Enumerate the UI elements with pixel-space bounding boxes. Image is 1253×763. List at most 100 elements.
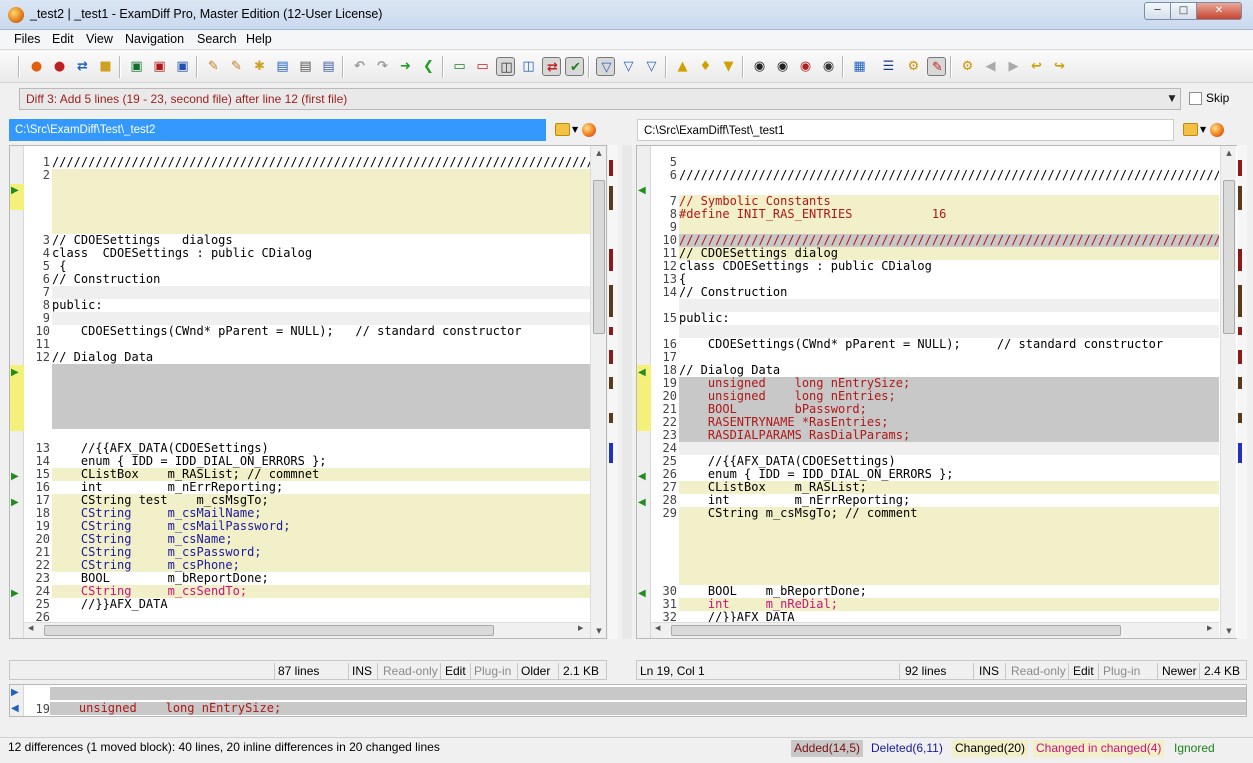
maximize-button[interactable]: □ (1170, 2, 1197, 20)
edit-left-icon[interactable]: ✎ (204, 57, 223, 76)
code-line[interactable]: unsigned long nEntries; (679, 390, 1219, 403)
code-line[interactable]: CString test m_csMsgTo; (52, 494, 592, 507)
code-line[interactable]: // Dialog Data (52, 351, 592, 364)
left-horizontal-scrollbar[interactable]: ◀ ▶ (24, 622, 590, 638)
open-file-icon[interactable] (555, 123, 570, 136)
code-line[interactable]: CString m_csSendTo; (52, 585, 592, 598)
settings-icon[interactable]: ⚙ (904, 57, 923, 76)
code-line[interactable]: enum { IDD = IDD_DIAL_ON_ERRORS }; (679, 468, 1219, 481)
code-line[interactable]: CString m_csPhone; (52, 559, 592, 572)
scroll-right-icon[interactable]: ▶ (578, 624, 583, 632)
scroll-thumb[interactable] (593, 180, 605, 334)
scroll-up-icon[interactable]: ▲ (591, 146, 606, 160)
code-line[interactable]: #define INIT_RAS_ENTRIES 16 (679, 208, 1219, 221)
code-line[interactable] (679, 546, 1219, 559)
compare-icon[interactable] (582, 123, 596, 137)
code-line[interactable] (52, 286, 592, 299)
jump-icon[interactable]: ↪ (1050, 57, 1069, 76)
return-icon[interactable]: ↩ (1027, 57, 1046, 76)
diff-selector[interactable]: Diff 3: Add 5 lines (19 - 23, second fil… (19, 88, 1181, 110)
right-code-pane[interactable]: ◀ ◀ ◀ ◀ ◀ 5 6////////////////////////////… (636, 145, 1247, 639)
code-line[interactable] (679, 559, 1219, 572)
diff-map-splitter[interactable] (622, 145, 632, 639)
code-line[interactable]: // Construction (52, 273, 592, 286)
code-line[interactable]: int m_nErrReporting; (679, 494, 1219, 507)
scroll-left-icon[interactable]: ◀ (28, 624, 33, 632)
swap-files-icon[interactable]: ⇄ (73, 57, 92, 76)
code-line[interactable] (679, 182, 1219, 195)
scroll-right-icon[interactable]: ▶ (1207, 624, 1212, 632)
scroll-thumb[interactable] (1223, 180, 1235, 334)
code-line[interactable]: public: (52, 299, 592, 312)
code-line[interactable]: ////////////////////////////////////////… (679, 234, 1219, 247)
show-left-pane-icon[interactable]: ▭ (450, 57, 469, 76)
code-line[interactable]: CListBox m_RASList; (679, 481, 1219, 494)
forward-icon[interactable]: ▶ (1004, 57, 1023, 76)
right-file-path[interactable]: C:\Src\ExamDiff\Test\_test1 (637, 119, 1174, 141)
code-line[interactable]: // CDOESettings dialogs (52, 234, 592, 247)
menu-edit[interactable]: Edit (52, 32, 74, 46)
right-arrow-icon[interactable]: ▶ (11, 589, 23, 599)
left-vertical-scrollbar[interactable]: ▲ ▼ (590, 146, 606, 638)
print-icon[interactable]: ▤ (296, 57, 315, 76)
code-line[interactable] (52, 195, 592, 208)
code-line[interactable] (679, 533, 1219, 546)
right-arrow-icon[interactable]: ▶ (11, 186, 23, 196)
code-line[interactable] (679, 299, 1219, 312)
save-left-icon[interactable]: ▣ (127, 57, 146, 76)
menu-files[interactable]: Files (14, 32, 40, 46)
filter-icon[interactable]: ▽ (596, 57, 615, 76)
find-next-icon[interactable]: ◉ (773, 57, 792, 76)
split-view-icon[interactable]: ◫ (519, 57, 538, 76)
current-diff-icon[interactable]: ♦ (696, 57, 715, 76)
options-menu-icon[interactable]: ▦ (850, 57, 869, 76)
code-line[interactable]: unsigned long nEntrySize; (679, 377, 1219, 390)
undo-icon[interactable]: ↶ (350, 57, 369, 76)
code-line[interactable]: //{{AFX_DATA(CDOESettings) (52, 442, 592, 455)
code-line[interactable]: ////////////////////////////////////////… (679, 169, 1219, 182)
code-line[interactable] (679, 351, 1219, 364)
copy-right-icon[interactable]: ➜ (396, 57, 415, 76)
compare-icon[interactable]: ● (27, 57, 46, 76)
code-line[interactable] (679, 520, 1219, 533)
left-edit[interactable]: Edit (445, 664, 466, 678)
code-line[interactable] (679, 442, 1219, 455)
right-horizontal-scrollbar[interactable]: ◀ ▶ (651, 622, 1219, 638)
side-by-side-icon[interactable]: ◫ (496, 57, 515, 76)
code-line[interactable] (52, 208, 592, 221)
menu-view[interactable]: View (86, 32, 113, 46)
save-all-icon[interactable]: ▣ (173, 57, 192, 76)
right-diff-map[interactable] (1237, 145, 1247, 639)
code-line[interactable]: BOOL m_bReportDone; (52, 572, 592, 585)
code-line[interactable]: public: (679, 312, 1219, 325)
compare-icon[interactable] (1210, 123, 1224, 137)
left-diff-map[interactable] (608, 145, 618, 639)
left-readonly[interactable]: Read-only (383, 664, 438, 678)
line-compare-panel[interactable]: ▶ ◀ 19 unsigned long nEntrySize; (9, 684, 1247, 717)
right-arrow-icon[interactable]: ▶ (11, 472, 23, 482)
show-diffs-icon[interactable]: ⇄ (542, 57, 561, 76)
edit-right-icon[interactable]: ✎ (227, 57, 246, 76)
back-icon[interactable]: ◀ (981, 57, 1000, 76)
code-line[interactable]: //{{AFX_DATA(CDOESettings) (679, 455, 1219, 468)
code-line[interactable] (52, 377, 592, 390)
scroll-thumb[interactable] (671, 625, 1121, 636)
code-line[interactable]: class CDOESettings : public CDialog (52, 247, 592, 260)
code-line[interactable] (679, 325, 1219, 338)
code-line[interactable]: int m_nReDial; (679, 598, 1219, 611)
skip-checkbox[interactable] (1189, 92, 1202, 105)
code-line[interactable]: enum { IDD = IDD_DIAL_ON_ERRORS }; (52, 455, 592, 468)
sync-icon[interactable]: ✔ (565, 57, 584, 76)
replace-icon[interactable]: ◉ (819, 57, 838, 76)
edit-mode-icon[interactable]: ✎ (927, 57, 946, 76)
code-line[interactable] (52, 182, 592, 195)
left-arrow-icon[interactable]: ◀ (638, 498, 650, 508)
menu-search[interactable]: Search (197, 32, 237, 46)
code-line[interactable] (52, 364, 592, 377)
right-readonly[interactable]: Read-only (1011, 664, 1066, 678)
code-line[interactable] (679, 572, 1219, 585)
code-line[interactable] (52, 390, 592, 403)
menu-help[interactable]: Help (246, 32, 272, 46)
right-edit[interactable]: Edit (1073, 664, 1094, 678)
code-line[interactable]: int m_nErrReporting; (52, 481, 592, 494)
